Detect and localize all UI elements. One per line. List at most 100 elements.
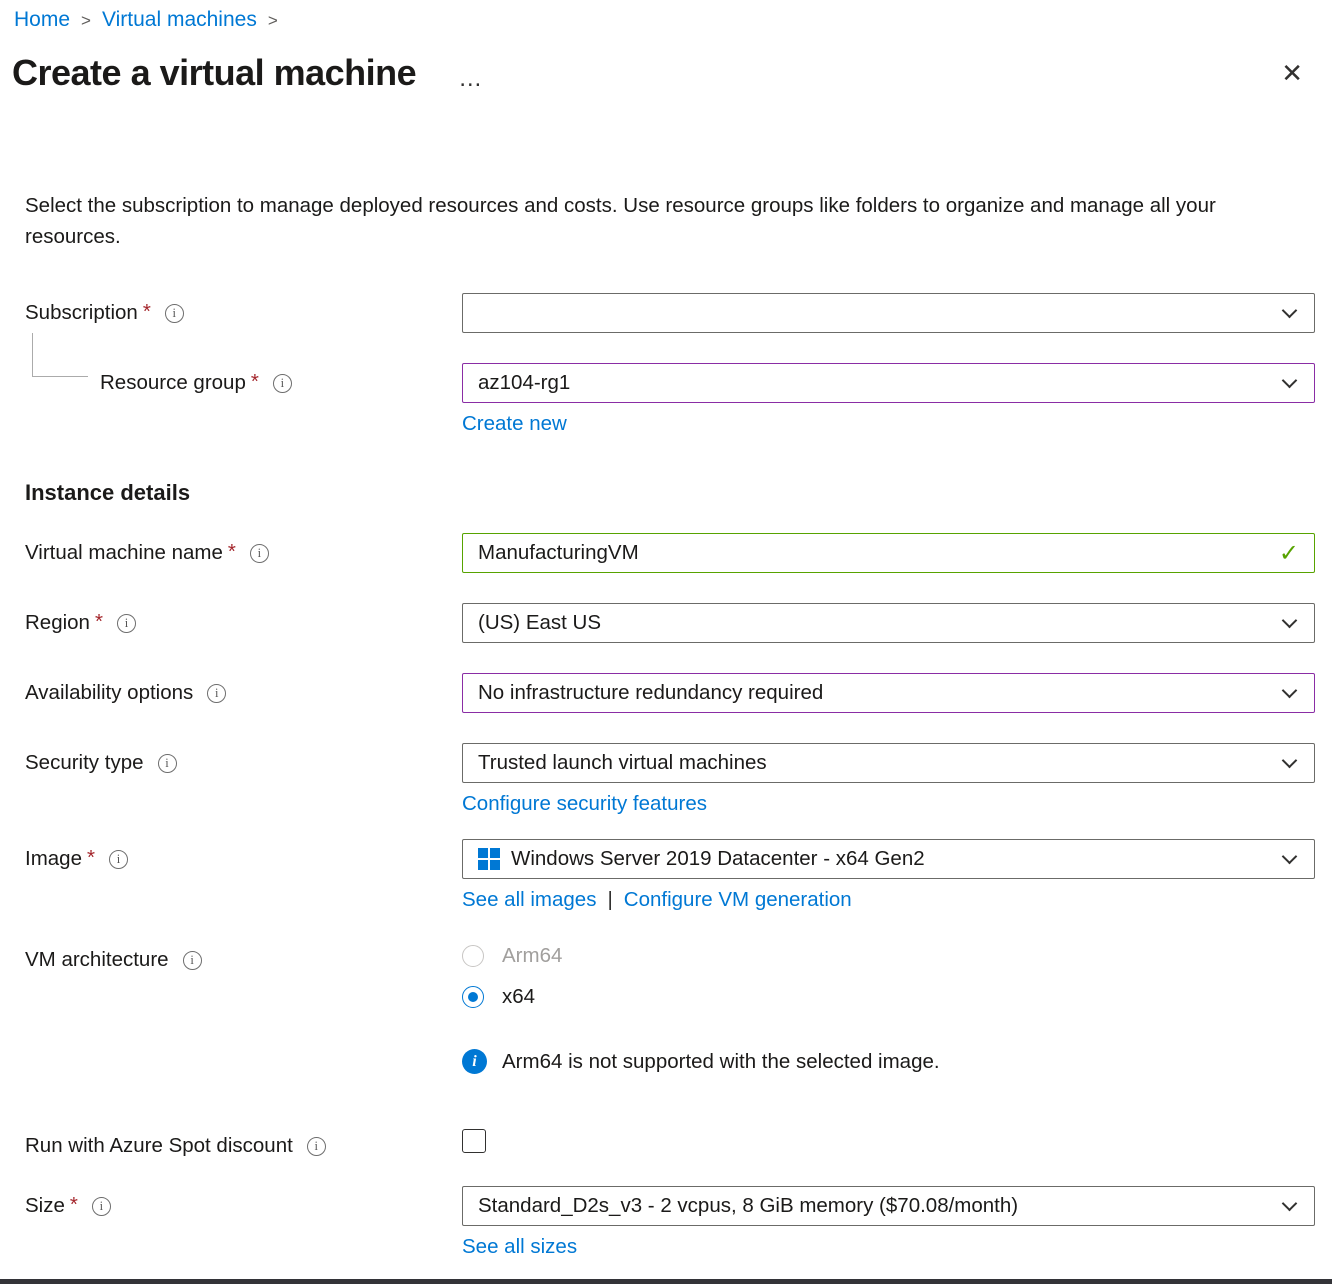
instance-details-heading: Instance details [25, 480, 1315, 506]
arm64-info-text: Arm64 is not supported with the selected… [502, 1050, 940, 1074]
availability-options-label: Availability options [25, 681, 193, 705]
resource-group-value: az104-rg1 [478, 371, 1272, 395]
radio-icon [462, 945, 484, 967]
vm-name-row: Virtual machine name * ✓ [25, 533, 1315, 573]
security-type-value: Trusted launch virtual machines [478, 751, 1272, 775]
info-icon[interactable] [165, 304, 184, 323]
create-vm-page: Home > Virtual machines > Create a virtu… [0, 0, 1332, 1284]
create-new-link[interactable]: Create new [462, 412, 567, 436]
vm-architecture-row: VM architecture Arm64 x64 Arm64 is [25, 940, 1315, 1074]
breadcrumb-virtual-machines[interactable]: Virtual machines [102, 8, 257, 32]
page-header: Create a virtual machine … ✕ [12, 52, 1315, 94]
size-row: Size * Standard_D2s_v3 - 2 vcpus, 8 GiB … [25, 1186, 1315, 1259]
info-icon[interactable] [158, 754, 177, 773]
security-type-dropdown[interactable]: Trusted launch virtual machines [462, 743, 1315, 783]
subscription-row: Subscription * [25, 293, 1315, 333]
size-dropdown[interactable]: Standard_D2s_v3 - 2 vcpus, 8 GiB memory … [462, 1186, 1315, 1226]
info-icon[interactable] [207, 684, 226, 703]
vm-name-input[interactable] [478, 541, 1267, 565]
vm-name-control-col: ✓ [462, 533, 1315, 573]
security-type-row: Security type Trusted launch virtual mac… [25, 743, 1315, 816]
azure-spot-label-group: Run with Azure Spot discount [25, 1126, 462, 1158]
resource-group-dropdown[interactable]: az104-rg1 [462, 363, 1315, 403]
size-label: Size [25, 1194, 65, 1218]
intro-text: Select the subscription to manage deploy… [25, 190, 1295, 252]
tree-connector [32, 333, 88, 377]
azure-spot-label: Run with Azure Spot discount [25, 1134, 293, 1158]
availability-options-control-col: No infrastructure redundancy required [462, 673, 1315, 713]
required-marker: * [251, 370, 259, 394]
arm64-info-message: Arm64 is not supported with the selected… [462, 1049, 1315, 1074]
azure-spot-checkbox[interactable] [462, 1129, 486, 1153]
vm-architecture-label-group: VM architecture [25, 940, 462, 972]
info-icon[interactable] [117, 614, 136, 633]
region-control-col: (US) East US [462, 603, 1315, 643]
chevron-down-icon [1282, 302, 1298, 318]
image-row: Image * Windows Server 2019 Datacenter -… [25, 839, 1315, 912]
resource-group-control-col: az104-rg1 Create new [462, 363, 1315, 436]
security-type-label-group: Security type [25, 743, 462, 775]
radio-option-x64[interactable]: x64 [462, 985, 1315, 1009]
valid-check-icon: ✓ [1279, 539, 1299, 568]
chevron-down-icon [1282, 682, 1298, 698]
size-control-col: Standard_D2s_v3 - 2 vcpus, 8 GiB memory … [462, 1186, 1315, 1259]
see-all-images-link[interactable]: See all images [462, 888, 596, 912]
close-icon[interactable]: ✕ [1277, 60, 1307, 86]
more-options-icon[interactable]: … [458, 67, 484, 91]
see-all-sizes-link[interactable]: See all sizes [462, 1235, 577, 1259]
resource-group-row: Resource group * az104-rg1 Create new [25, 363, 1315, 436]
image-label-group: Image * [25, 839, 462, 871]
resource-group-label: Resource group [100, 371, 246, 395]
availability-options-value: No infrastructure redundancy required [478, 681, 1272, 705]
region-row: Region * (US) East US [25, 603, 1315, 643]
availability-options-label-group: Availability options [25, 673, 462, 705]
info-icon[interactable] [273, 374, 292, 393]
radio-label-arm64: Arm64 [502, 944, 562, 968]
chevron-down-icon [1282, 752, 1298, 768]
breadcrumb-home[interactable]: Home [14, 8, 70, 32]
resource-group-label-group: Resource group * [25, 363, 462, 395]
region-dropdown[interactable]: (US) East US [462, 603, 1315, 643]
required-marker: * [143, 300, 151, 324]
info-icon[interactable] [109, 850, 128, 869]
radio-selected-icon [462, 986, 484, 1008]
subscription-label: Subscription [25, 301, 138, 325]
breadcrumb: Home > Virtual machines > [12, 8, 1315, 32]
info-filled-icon [462, 1049, 487, 1074]
vm-name-label-group: Virtual machine name * [25, 533, 462, 565]
configure-vm-generation-link[interactable]: Configure VM generation [624, 888, 852, 912]
azure-spot-row: Run with Azure Spot discount [25, 1126, 1315, 1158]
vm-architecture-control-col: Arm64 x64 Arm64 is not supported with th… [462, 940, 1315, 1074]
image-label: Image [25, 847, 82, 871]
configure-security-features-link[interactable]: Configure security features [462, 792, 707, 816]
security-type-control-col: Trusted launch virtual machines Configur… [462, 743, 1315, 816]
image-dropdown[interactable]: Windows Server 2019 Datacenter - x64 Gen… [462, 839, 1315, 879]
security-type-label: Security type [25, 751, 144, 775]
chevron-down-icon [1282, 372, 1298, 388]
info-icon[interactable] [183, 951, 202, 970]
info-icon[interactable] [307, 1137, 326, 1156]
radio-option-arm64: Arm64 [462, 944, 1315, 968]
image-links-row: See all images | Configure VM generation [462, 888, 1315, 912]
availability-options-dropdown[interactable]: No infrastructure redundancy required [462, 673, 1315, 713]
chevron-down-icon [1282, 612, 1298, 628]
breadcrumb-separator-icon: > [81, 11, 91, 31]
vm-name-label: Virtual machine name [25, 541, 223, 565]
required-marker: * [87, 846, 95, 870]
subscription-dropdown[interactable] [462, 293, 1315, 333]
info-icon[interactable] [92, 1197, 111, 1216]
size-value: Standard_D2s_v3 - 2 vcpus, 8 GiB memory … [478, 1194, 1272, 1218]
size-label-group: Size * [25, 1186, 462, 1218]
page-title: Create a virtual machine [12, 52, 416, 94]
required-marker: * [228, 540, 236, 564]
required-marker: * [95, 610, 103, 634]
chevron-down-icon [1282, 848, 1298, 864]
info-icon[interactable] [250, 544, 269, 563]
region-label: Region [25, 611, 90, 635]
breadcrumb-separator-icon: > [268, 11, 278, 31]
required-marker: * [70, 1193, 78, 1217]
vm-architecture-radio-group: Arm64 x64 [462, 940, 1315, 1009]
basics-form: Subscription * Resource group * az [25, 293, 1315, 1259]
vm-name-field: ✓ [462, 533, 1315, 573]
bottom-bar [0, 1279, 1332, 1284]
